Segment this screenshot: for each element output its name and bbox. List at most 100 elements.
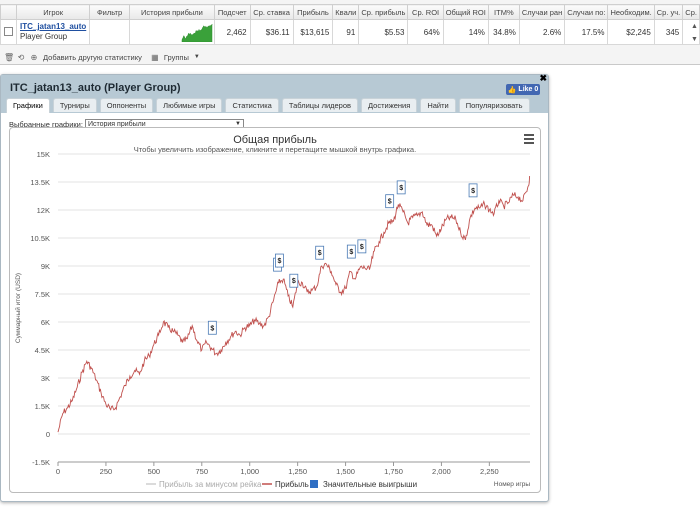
header-player[interactable]: Игрок bbox=[15, 4, 91, 20]
refresh-icon[interactable]: ⟲ bbox=[17, 53, 25, 62]
header-avg-part[interactable]: Ср. уч. bbox=[653, 4, 684, 20]
header-early[interactable]: Случаи ран bbox=[518, 4, 566, 20]
svg-text:Прибыль за минусом рейка: Прибыль за минусом рейка bbox=[159, 480, 262, 489]
legend-item-profit[interactable]: Прибыль bbox=[262, 480, 309, 489]
svg-text:$: $ bbox=[388, 199, 392, 206]
header-extra[interactable]: Ср. bbox=[682, 4, 700, 20]
sparkline-cell bbox=[128, 19, 215, 45]
profit-series-line[interactable] bbox=[57, 175, 531, 433]
y-tick-label: 7.5K bbox=[35, 290, 50, 299]
tab-6[interactable]: Достижения bbox=[361, 98, 418, 112]
sparkline-area bbox=[181, 23, 213, 43]
svg-text:$: $ bbox=[349, 249, 353, 256]
svg-text:$: $ bbox=[210, 325, 214, 332]
like-label: Like 0 bbox=[518, 86, 539, 93]
chart-legend: Прибыль за минусом рейка Прибыль Значитель… bbox=[146, 480, 417, 489]
groups-menu[interactable]: Группы bbox=[164, 53, 189, 62]
x-tick-label: 250 bbox=[100, 467, 113, 476]
count-cell: 2,462 bbox=[213, 19, 251, 45]
tab-4[interactable]: Статистика bbox=[225, 98, 279, 112]
profit-sparkline[interactable] bbox=[130, 20, 214, 43]
header-profit[interactable]: Прибыль bbox=[292, 4, 334, 20]
scroll-up-icon[interactable]: ▲ bbox=[691, 20, 698, 33]
close-icon[interactable]: ✖ bbox=[539, 73, 547, 84]
header-late[interactable]: Случаи по: bbox=[564, 4, 609, 20]
y-tick-label: 15K bbox=[37, 150, 50, 159]
chevron-down-icon[interactable]: ▼ bbox=[194, 54, 200, 60]
tab-2[interactable]: Оппоненты bbox=[99, 98, 154, 112]
svg-text:$: $ bbox=[318, 250, 322, 257]
chart-menu-icon[interactable] bbox=[524, 134, 534, 146]
big-win-marker[interactable]: $ bbox=[385, 194, 395, 209]
x-tick-label: 1,250 bbox=[288, 467, 307, 476]
stats-panel: Игрок Фильтр История прибыли Подсчет Ср.… bbox=[0, 0, 700, 65]
header-filter[interactable]: Фильтр bbox=[89, 4, 130, 20]
player-link[interactable]: ITC_jatan13_auto bbox=[20, 22, 86, 32]
y-tick-label: 0 bbox=[46, 430, 50, 439]
avg-stake-cell: $36.11 bbox=[249, 19, 294, 45]
y-tick-label: -1.5K bbox=[32, 458, 50, 467]
avg-profit-cell: $5.53 bbox=[358, 19, 409, 45]
header-count[interactable]: Подсчет bbox=[213, 4, 251, 20]
y-axis-label: Суммарный итог (USD) bbox=[14, 273, 22, 343]
header-profit-history[interactable]: История прибыли bbox=[128, 4, 215, 20]
scroll-down-icon[interactable]: ▼ bbox=[691, 33, 698, 46]
big-win-marker[interactable]: $ bbox=[275, 253, 284, 268]
profit-chart[interactable]: Общая прибыльЧтобы увеличить изображение… bbox=[10, 128, 540, 492]
facebook-like-button[interactable]: 👍 Like 0 bbox=[506, 84, 540, 95]
table-scrollbar[interactable]: ▲ ▼ bbox=[691, 20, 698, 60]
x-tick-label: 0 bbox=[56, 467, 60, 476]
total-roi-cell: 14% bbox=[442, 19, 489, 45]
tab-8[interactable]: Популяризовать bbox=[458, 98, 530, 112]
popup-title: ITC_jatan13_auto (Player Group) bbox=[10, 82, 181, 94]
big-win-marker[interactable]: $ bbox=[289, 273, 299, 288]
header-total-roi[interactable]: Общий ROI bbox=[442, 4, 489, 20]
header-avg-roi[interactable]: Ср. ROI bbox=[407, 4, 444, 20]
svg-text:$: $ bbox=[277, 258, 281, 265]
legend-item-rake[interactable]: Прибыль за минусом рейка bbox=[146, 480, 262, 489]
y-tick-label: 4.5K bbox=[35, 346, 50, 355]
y-tick-label: 9K bbox=[41, 262, 50, 271]
header-select bbox=[0, 4, 17, 20]
big-win-marker[interactable]: $ bbox=[468, 183, 478, 198]
player-cell: ITC_jatan13_auto Player Group bbox=[15, 19, 91, 45]
big-win-marker[interactable]: $ bbox=[315, 245, 325, 260]
y-tick-label: 12K bbox=[37, 206, 50, 215]
table-row[interactable]: ITC_jatan13_auto Player Group 2,462 $36.… bbox=[0, 19, 700, 45]
header-itm[interactable]: ITM% bbox=[487, 4, 520, 20]
header-avg-profit[interactable]: Ср. прибыль bbox=[358, 4, 409, 20]
big-win-marker[interactable]: $ bbox=[357, 239, 367, 254]
tab-7[interactable]: Найти bbox=[420, 98, 456, 112]
x-tick-label: 2,000 bbox=[432, 467, 451, 476]
y-tick-label: 1.5K bbox=[35, 402, 50, 411]
big-win-marker[interactable]: $ bbox=[396, 180, 406, 195]
table-toolbar: 🗑 ⟲ ⊕ Добавить другую статистику ▦ Групп… bbox=[4, 52, 200, 62]
filter-cell bbox=[89, 19, 130, 45]
trash-icon[interactable]: 🗑 bbox=[4, 53, 14, 62]
tab-5[interactable]: Таблицы лидеров bbox=[281, 98, 359, 112]
header-avg-stake[interactable]: Ср. ставка bbox=[249, 4, 294, 20]
header-needed[interactable]: Необходим. bbox=[607, 4, 655, 20]
x-tick-label: 2,250 bbox=[480, 467, 499, 476]
thumbs-up-icon: 👍 bbox=[507, 86, 517, 94]
svg-text:Значительные выигрыши: Значительные выигрыши bbox=[323, 480, 417, 489]
chart-subtitle: Чтобы увеличить изображение, кликните и … bbox=[134, 145, 416, 154]
late-cell: 17.5% bbox=[564, 19, 609, 45]
chart-container[interactable]: Общая прибыль Чтобы увеличить изображение… bbox=[9, 127, 541, 493]
avg-roi-cell: 64% bbox=[407, 19, 444, 45]
popup-tabs: Графики Турниры Оппоненты Любимые игры Стати… bbox=[6, 98, 530, 113]
legend-item-big-wins[interactable]: Значительные выигрыши bbox=[310, 480, 417, 489]
tab-3[interactable]: Любимые игры bbox=[156, 98, 223, 112]
popup-header: ITC_jatan13_auto (Player Group) ✖ 👍 Like… bbox=[1, 73, 548, 113]
add-stat-link[interactable]: Добавить другую статистику bbox=[43, 53, 142, 62]
big-win-marker[interactable]: $ bbox=[207, 320, 217, 335]
row-checkbox[interactable] bbox=[4, 26, 13, 36]
big-win-marker[interactable]: $ bbox=[346, 244, 356, 259]
svg-text:$: $ bbox=[399, 185, 403, 192]
avg-part-cell: 345 bbox=[653, 19, 684, 45]
x-tick-label: 500 bbox=[148, 467, 161, 476]
tab-1[interactable]: Турниры bbox=[52, 98, 97, 112]
header-quali[interactable]: Квали bbox=[332, 4, 360, 20]
groups-icon: ▦ bbox=[151, 52, 159, 62]
tab-0[interactable]: Графики bbox=[6, 98, 50, 113]
